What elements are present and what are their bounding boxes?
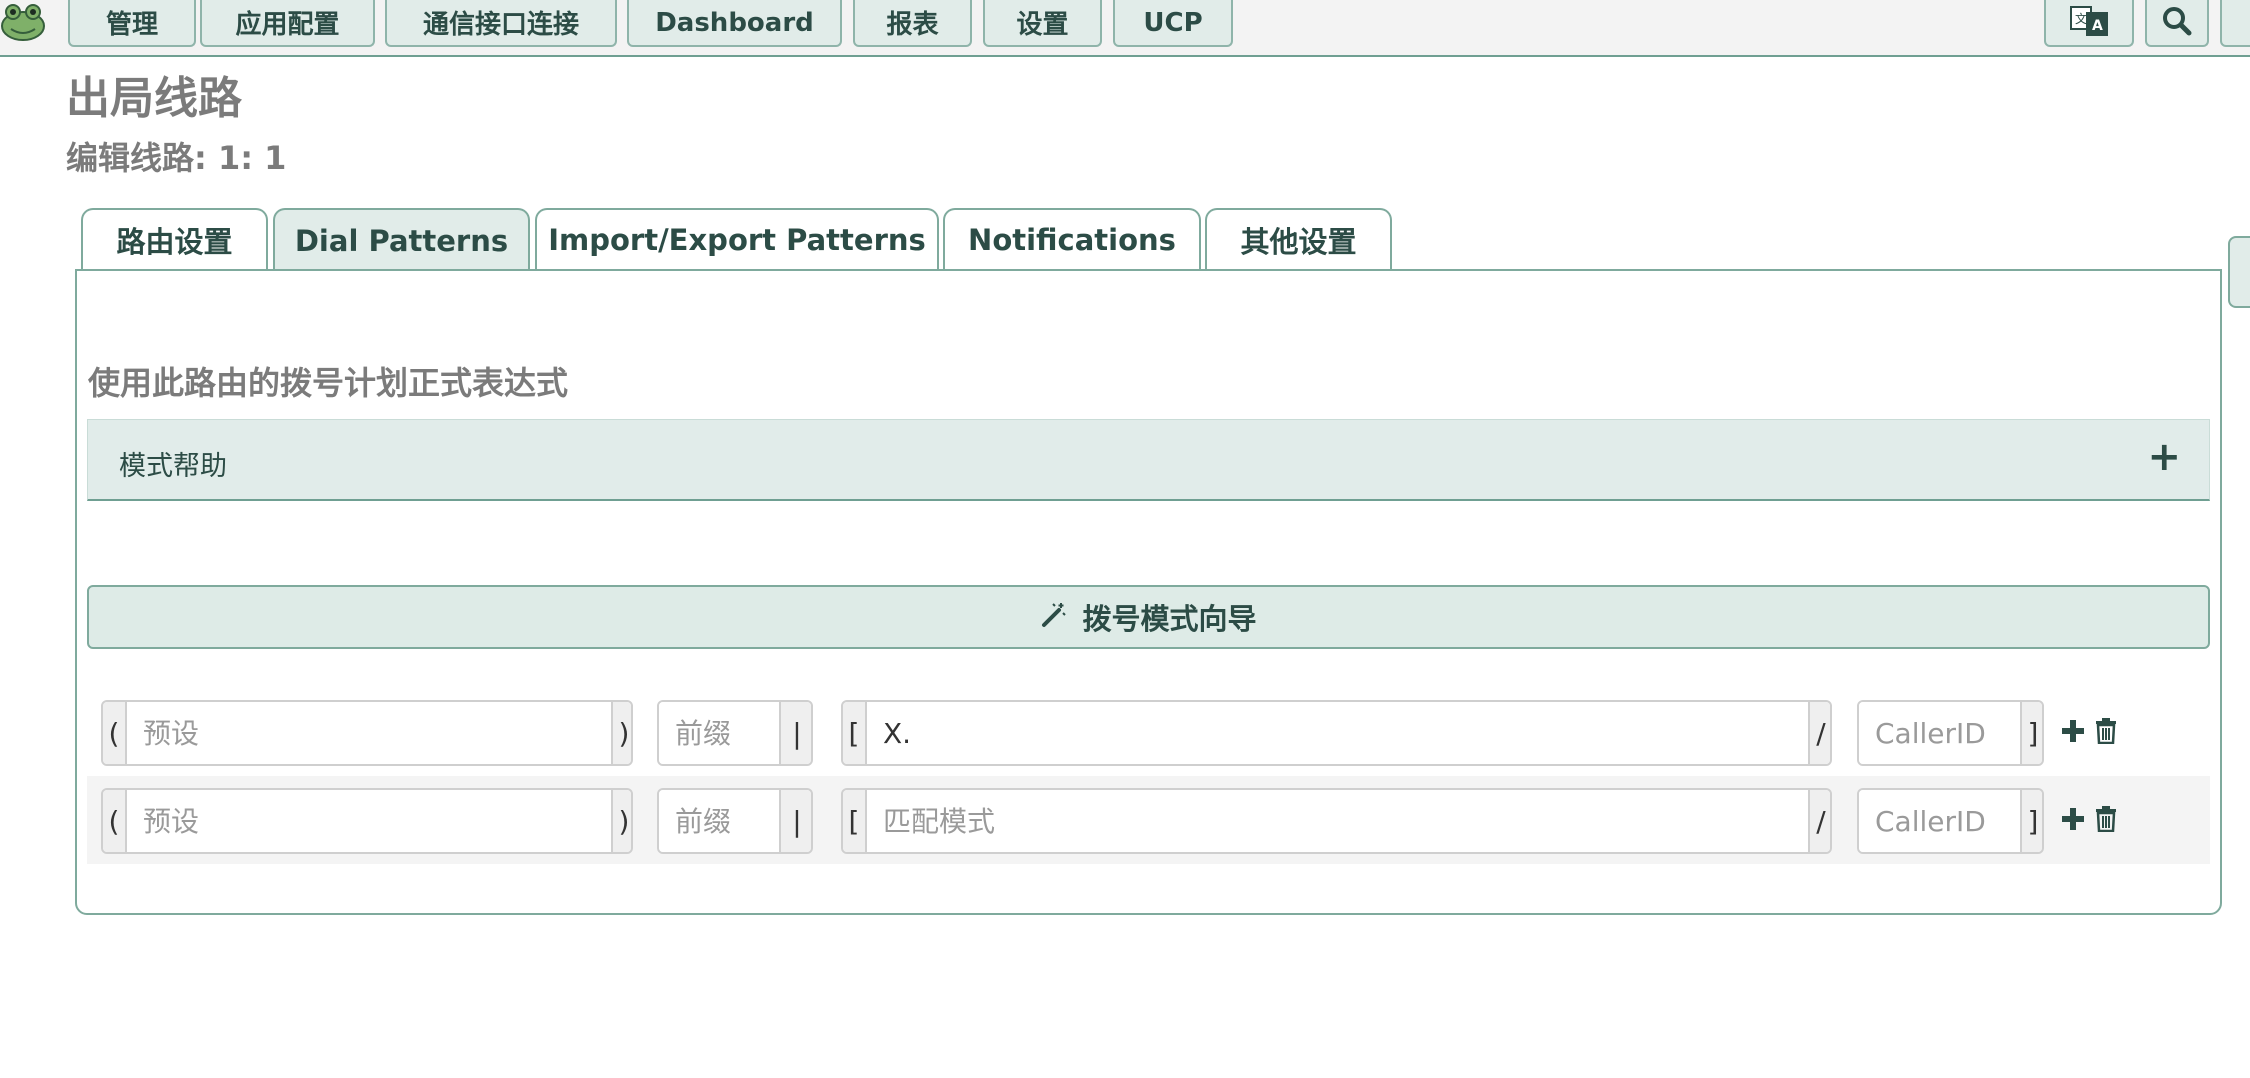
prefix-input[interactable] [659,702,779,764]
nav-connectivity[interactable]: 通信接口连接 [385,0,617,47]
pattern-help-label: 模式帮助 [119,451,227,482]
delete-row-trash-icon[interactable] [2095,806,2117,832]
prepend-input[interactable] [127,790,611,852]
prefix-group: | [657,788,813,854]
prepend-close-paren: ) [611,790,631,852]
callerid-close-bracket: ] [2020,790,2042,852]
page-title: 出局线路 [66,73,242,124]
nav-overflow-button[interactable] [2220,0,2250,47]
translate-button[interactable]: 文 A [2044,0,2134,47]
dial-pattern-row: ( ) | [ / ] [87,776,2210,864]
svg-text:文: 文 [2075,11,2087,26]
page-subtitle: 编辑线路: 1: 1 [66,139,287,177]
callerid-input[interactable] [1859,702,2020,764]
match-separator: / [1808,702,1830,764]
prefix-input[interactable] [659,790,779,852]
match-pattern-group: [ / [841,788,1832,854]
svg-text:A: A [2092,18,2103,34]
callerid-group: ] [1857,700,2044,766]
nav-applications[interactable]: 应用配置 [200,0,375,47]
frog-logo-icon[interactable] [0,2,46,42]
nav-settings[interactable]: 设置 [983,0,1102,47]
search-icon [2162,6,2192,40]
top-nav-bar: 管理 应用配置 通信接口连接 Dashboard 报表 设置 UCP 文 A [0,0,2250,57]
pattern-help-accordion[interactable]: 模式帮助 + [87,419,2210,501]
dial-pattern-wizard-button[interactable]: 拨号模式向导 [87,585,2210,649]
match-pattern-input[interactable] [867,702,1808,764]
tab-route-settings[interactable]: 路由设置 [81,208,268,270]
match-pattern-group: [ / [841,700,1832,766]
callerid-input[interactable] [1859,790,2020,852]
nav-admin[interactable]: 管理 [68,0,196,47]
nav-ucp[interactable]: UCP [1113,0,1233,47]
translate-icon: 文 A [2069,3,2109,43]
tab-other-settings[interactable]: 其他设置 [1205,208,1392,270]
prefix-separator: | [779,702,811,764]
tab-import-export-patterns[interactable]: Import/Export Patterns [535,208,939,270]
prepend-close-paren: ) [611,702,631,764]
row-actions [2061,806,2117,832]
expand-plus-icon[interactable]: + [2147,434,2181,480]
callerid-group: ] [1857,788,2044,854]
match-open-bracket: [ [843,790,867,852]
delete-row-trash-icon[interactable] [2095,718,2117,744]
match-open-bracket: [ [843,702,867,764]
prepend-group: ( ) [101,700,633,766]
add-row-plus-icon[interactable] [2061,807,2085,831]
magic-wand-icon [1040,600,1068,635]
prefix-group: | [657,700,813,766]
match-pattern-input[interactable] [867,790,1808,852]
callerid-close-bracket: ] [2020,702,2042,764]
prepend-open-paren: ( [103,790,127,852]
prepend-group: ( ) [101,788,633,854]
wizard-label: 拨号模式向导 [1082,602,1257,636]
nav-dashboard[interactable]: Dashboard [627,0,842,47]
tab-dial-patterns[interactable]: Dial Patterns [273,208,530,272]
nav-reports[interactable]: 报表 [853,0,972,47]
section-heading: 使用此路由的拨号计划正式表达式 [88,364,569,402]
prefix-separator: | [779,790,811,852]
dial-pattern-row: ( ) | [ / ] [87,686,2210,774]
side-drawer-handle[interactable] [2228,236,2250,308]
prepend-input[interactable] [127,702,611,764]
row-actions [2061,718,2117,744]
tab-notifications[interactable]: Notifications [943,208,1201,270]
prepend-open-paren: ( [103,702,127,764]
search-button[interactable] [2145,0,2209,47]
match-separator: / [1808,790,1830,852]
add-row-plus-icon[interactable] [2061,719,2085,743]
